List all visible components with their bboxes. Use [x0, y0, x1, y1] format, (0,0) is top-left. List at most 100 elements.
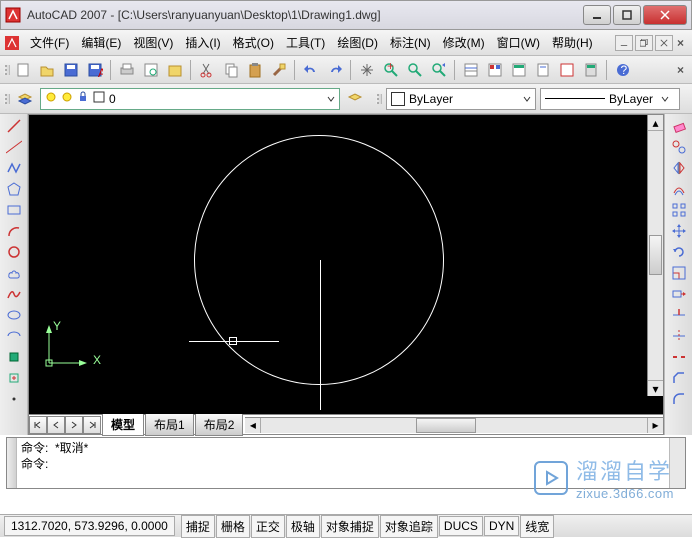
tab-model[interactable]: 模型: [102, 413, 144, 436]
horizontal-scrollbar[interactable]: ◂ ▸: [245, 417, 663, 433]
menu-file[interactable]: 文件(F): [24, 31, 75, 54]
toggle-otrack[interactable]: 对象追踪: [380, 515, 438, 538]
new-button[interactable]: [12, 59, 34, 81]
rotate-tool[interactable]: [668, 242, 690, 262]
tab-prev-button[interactable]: [47, 416, 65, 434]
menu-format[interactable]: 格式(O): [227, 31, 280, 54]
zoom-previous-button[interactable]: [428, 59, 450, 81]
ellipsearc-tool[interactable]: [3, 326, 25, 346]
xline-tool[interactable]: [3, 137, 25, 157]
vertical-scrollbar[interactable]: ▴ ▾: [647, 115, 663, 396]
toggle-dyn[interactable]: DYN: [484, 516, 519, 536]
tab-layout1[interactable]: 布局1: [145, 413, 194, 436]
saveas-button[interactable]: A: [84, 59, 106, 81]
save-button[interactable]: [60, 59, 82, 81]
scroll-down-icon[interactable]: ▾: [648, 380, 663, 396]
menu-help[interactable]: 帮助(H): [546, 31, 599, 54]
mdi-minimize-button[interactable]: [615, 35, 633, 51]
redo-button[interactable]: [324, 59, 346, 81]
polyline-tool[interactable]: [3, 158, 25, 178]
minimize-button[interactable]: [583, 5, 611, 25]
revcloud-tool[interactable]: [3, 263, 25, 283]
plot-button[interactable]: [116, 59, 138, 81]
chamfer-tool[interactable]: [668, 368, 690, 388]
undo-button[interactable]: [300, 59, 322, 81]
toggle-polar[interactable]: 极轴: [286, 515, 320, 538]
toggle-ducs[interactable]: DUCS: [439, 516, 483, 536]
break-tool[interactable]: [668, 347, 690, 367]
rectangle-tool[interactable]: [3, 200, 25, 220]
pan-button[interactable]: [356, 59, 378, 81]
extend-tool[interactable]: [668, 326, 690, 346]
insert-block-tool[interactable]: [3, 347, 25, 367]
help-button[interactable]: ?: [612, 59, 634, 81]
menu-insert[interactable]: 插入(I): [179, 31, 226, 54]
command-grip[interactable]: [7, 438, 17, 488]
designcenter-button[interactable]: [484, 59, 506, 81]
properties-button[interactable]: [460, 59, 482, 81]
spline-tool[interactable]: [3, 284, 25, 304]
sheetset-button[interactable]: [532, 59, 554, 81]
coordinate-display[interactable]: 1312.7020, 573.9296, 0.0000: [4, 516, 175, 536]
menu-tools[interactable]: 工具(T): [280, 31, 331, 54]
zoom-realtime-button[interactable]: +: [380, 59, 402, 81]
command-scrollbar[interactable]: [669, 438, 685, 488]
toggle-osnap[interactable]: 对象捕捉: [321, 515, 379, 538]
menu-window[interactable]: 窗口(W): [491, 31, 546, 54]
qcalc-button[interactable]: [580, 59, 602, 81]
copy-button[interactable]: [220, 59, 242, 81]
erase-tool[interactable]: [668, 116, 690, 136]
layer-prev-button[interactable]: [344, 88, 366, 110]
tab-layout2[interactable]: 布局2: [195, 413, 244, 436]
trim-tool[interactable]: [668, 305, 690, 325]
stretch-tool[interactable]: [668, 284, 690, 304]
menu-modify[interactable]: 修改(M): [437, 31, 491, 54]
menu-edit[interactable]: 编辑(E): [75, 31, 127, 54]
maximize-button[interactable]: [613, 5, 641, 25]
toolbar-close-icon[interactable]: ×: [673, 34, 688, 52]
ellipse-tool[interactable]: [3, 305, 25, 325]
line-tool[interactable]: [3, 116, 25, 136]
copy-obj-tool[interactable]: [668, 137, 690, 157]
scale-tool[interactable]: [668, 263, 690, 283]
mdi-restore-button[interactable]: [635, 35, 653, 51]
arc-tool[interactable]: [3, 221, 25, 241]
scroll-left-icon[interactable]: ◂: [245, 418, 261, 433]
circle-tool[interactable]: [3, 242, 25, 262]
polygon-tool[interactable]: [3, 179, 25, 199]
toggle-lwt[interactable]: 线宽: [520, 515, 554, 538]
matchprop-button[interactable]: [268, 59, 290, 81]
color-dropdown[interactable]: ByLayer: [386, 88, 536, 110]
layer-manager-button[interactable]: [14, 88, 36, 110]
publish-button[interactable]: [164, 59, 186, 81]
markup-button[interactable]: [556, 59, 578, 81]
tab-first-button[interactable]: [29, 416, 47, 434]
command-text[interactable]: 命令: *取消* 命令:: [17, 438, 669, 488]
linetype-dropdown[interactable]: ByLayer: [540, 88, 680, 110]
mdi-close-button[interactable]: [655, 35, 673, 51]
mirror-tool[interactable]: [668, 158, 690, 178]
hscroll-thumb[interactable]: [416, 418, 476, 433]
model-space[interactable]: Y X ▴ ▾: [29, 115, 663, 414]
toggle-grid[interactable]: 栅格: [216, 515, 250, 538]
menu-dim[interactable]: 标注(N): [384, 31, 437, 54]
offset-tool[interactable]: [668, 179, 690, 199]
toggle-ortho[interactable]: 正交: [251, 515, 285, 538]
zoom-window-button[interactable]: [404, 59, 426, 81]
move-tool[interactable]: [668, 221, 690, 241]
paste-button[interactable]: [244, 59, 266, 81]
toolpalettes-button[interactable]: [508, 59, 530, 81]
plot-preview-button[interactable]: [140, 59, 162, 81]
fillet-tool[interactable]: [668, 389, 690, 409]
scroll-thumb[interactable]: [649, 235, 662, 275]
toolbar-row-close-icon[interactable]: ×: [673, 61, 688, 79]
point-tool[interactable]: [3, 389, 25, 409]
toggle-snap[interactable]: 捕捉: [181, 515, 215, 538]
array-tool[interactable]: [668, 200, 690, 220]
cut-button[interactable]: [196, 59, 218, 81]
make-block-tool[interactable]: [3, 368, 25, 388]
menu-view[interactable]: 视图(V): [127, 31, 179, 54]
scroll-right-icon[interactable]: ▸: [647, 418, 663, 433]
close-button[interactable]: [643, 5, 687, 25]
menu-draw[interactable]: 绘图(D): [331, 31, 384, 54]
